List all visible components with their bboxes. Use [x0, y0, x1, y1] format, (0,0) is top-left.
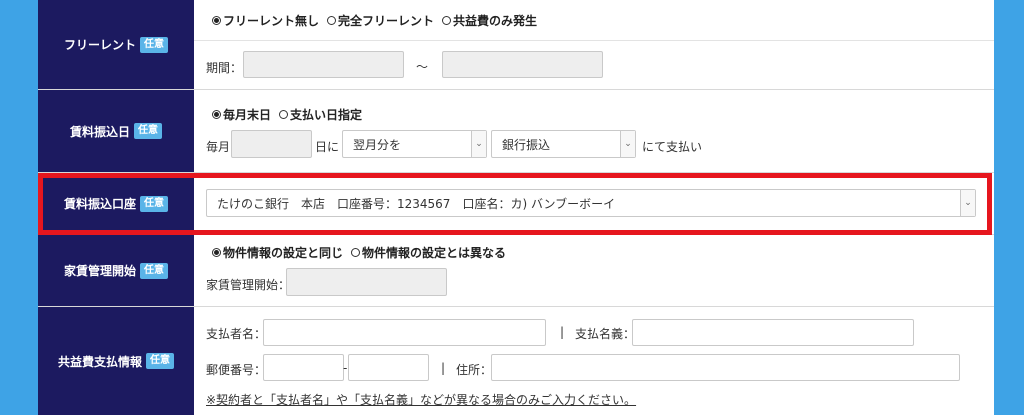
radio-different-from-property[interactable]: 物件情報の設定とは異なる [351, 244, 506, 261]
radio-specify-pay-day[interactable]: 支払い日指定 [279, 106, 362, 123]
separator: | [441, 361, 446, 375]
management-start-label: 家賃管理開始： [206, 278, 291, 292]
divider [194, 40, 994, 41]
optional-badge: 任意 [140, 262, 168, 279]
optional-badge: 任意 [146, 353, 174, 369]
radio-end-of-month[interactable]: 毎月末日 [212, 106, 271, 123]
pay-day-input[interactable] [231, 130, 312, 158]
content-free-rent: フリーレント無し 完全フリーレント 共益費のみ発生 期間： ～ [194, 0, 994, 89]
label-rent-transfer-day: 賃料振込日 任意 [38, 90, 194, 172]
label-text: 賃料振込日 [69, 124, 130, 139]
period-tilde: ～ [416, 60, 429, 74]
radio-same-as-property[interactable]: 物件情報の設定と同じ [212, 244, 343, 261]
chevron-down-icon: ⌄ [471, 131, 486, 157]
monthly-label: 毎月 [206, 140, 231, 154]
row-common-fee-payment: 共益費支払情報 任意 支払者名： | 支払名義： 郵便番号： - | 住所： ※… [38, 307, 994, 415]
content-rent-management-start: 物件情報の設定と同じ 物件情報の設定とは異なる 家賃管理開始： [194, 235, 994, 306]
free-rent-radio-group: フリーレント無し 完全フリーレント 共益費のみ発生 [212, 12, 545, 29]
radio-dot [327, 16, 337, 25]
row-rent-transfer-day: 賃料振込日 任意 毎月末日 支払い日指定 毎月 日に 翌月分を ⌄ 銀行振込 ⌄… [38, 90, 994, 173]
pay-suffix-label: にて支払い [642, 140, 703, 154]
radio-full-free-rent[interactable]: 完全フリーレント [327, 12, 434, 29]
period-start-input[interactable] [243, 51, 404, 78]
postal-dash: - [343, 361, 348, 375]
label-text: 賃料振込口座 [63, 197, 136, 211]
period-end-input[interactable] [442, 51, 603, 78]
postal-code-second-input[interactable] [348, 354, 429, 381]
day-suffix-label: 日に [315, 140, 340, 154]
separator: | [560, 325, 565, 339]
postal-code-first-input[interactable] [263, 354, 344, 381]
label-rent-transfer-account: 賃料振込口座 任意 [38, 173, 194, 234]
row-rent-management-start: 家賃管理開始 任意 物件情報の設定と同じ 物件情報の設定とは異なる 家賃管理開始… [38, 235, 994, 307]
payer-account-name-input[interactable] [632, 319, 914, 346]
optional-badge: 任意 [134, 123, 162, 139]
label-text: 共益費支払情報 [57, 354, 142, 369]
radio-dot [212, 110, 221, 119]
label-common-fee-payment: 共益費支払情報 任意 [38, 307, 194, 415]
radio-no-free-rent[interactable]: フリーレント無し [212, 12, 319, 29]
radio-common-fee-only[interactable]: 共益費のみ発生 [442, 12, 537, 29]
radio-dot [279, 110, 289, 119]
month-select[interactable]: 翌月分を ⌄ [342, 130, 487, 158]
row-free-rent: フリーレント 任意 フリーレント無し 完全フリーレント 共益費のみ発生 期間： … [38, 0, 994, 90]
period-label: 期間： [206, 61, 243, 75]
content-rent-transfer-day: 毎月末日 支払い日指定 毎月 日に 翌月分を ⌄ 銀行振込 ⌄ にて支払い [194, 90, 994, 172]
content-rent-transfer-account: たけのこ銀行 本店 口座番号：1234567 口座名：カ) バンブーボーイ ⌄ [194, 173, 994, 234]
radio-dot [351, 248, 361, 257]
optional-badge: 任意 [140, 36, 168, 53]
radio-dot [442, 16, 452, 25]
payment-method-select[interactable]: 銀行振込 ⌄ [491, 130, 636, 158]
label-free-rent: フリーレント 任意 [38, 0, 194, 89]
chevron-down-icon: ⌄ [960, 190, 975, 216]
radio-dot [212, 16, 221, 25]
transfer-day-radio-group: 毎月末日 支払い日指定 [212, 106, 370, 123]
optional-badge: 任意 [140, 195, 168, 212]
input-note: ※契約者と「支払者名」や「支払名義」などが異なる場合のみご入力ください。 [206, 393, 637, 407]
row-rent-transfer-account: 賃料振込口座 任意 たけのこ銀行 本店 口座番号：1234567 口座名：カ) … [38, 173, 994, 235]
address-input[interactable] [491, 354, 960, 381]
management-start-radio-group: 物件情報の設定と同じ 物件情報の設定とは異なる [212, 244, 514, 261]
postal-code-label: 郵便番号： [206, 363, 267, 377]
radio-dot [212, 248, 221, 257]
label-rent-management-start: 家賃管理開始 任意 [38, 235, 194, 306]
label-text: 家賃管理開始 [63, 264, 136, 278]
payer-name-label: 支払者名： [206, 327, 267, 341]
bank-account-select[interactable]: たけのこ銀行 本店 口座番号：1234567 口座名：カ) バンブーボーイ ⌄ [206, 189, 976, 217]
address-label: 住所： [456, 363, 493, 377]
payer-account-name-label: 支払名義： [575, 327, 636, 341]
content-common-fee-payment: 支払者名： | 支払名義： 郵便番号： - | 住所： ※契約者と「支払者名」や… [194, 307, 994, 415]
chevron-down-icon: ⌄ [620, 131, 635, 157]
payer-name-input[interactable] [263, 319, 546, 346]
management-start-input[interactable] [286, 268, 447, 296]
label-text: フリーレント [63, 38, 136, 52]
